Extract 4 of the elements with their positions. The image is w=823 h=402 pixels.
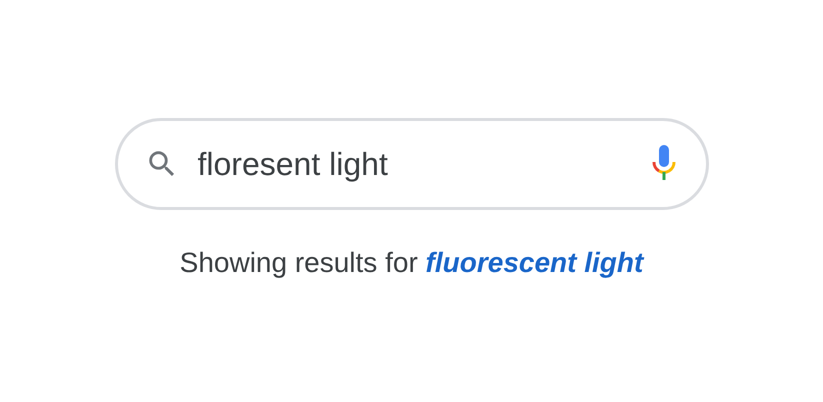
correction-message: Showing results for fluorescent light — [180, 246, 644, 280]
search-field[interactable]: floresent light — [114, 118, 708, 210]
microphone-icon[interactable] — [650, 145, 676, 183]
corrected-query-link[interactable]: fluorescent light — [426, 247, 644, 278]
